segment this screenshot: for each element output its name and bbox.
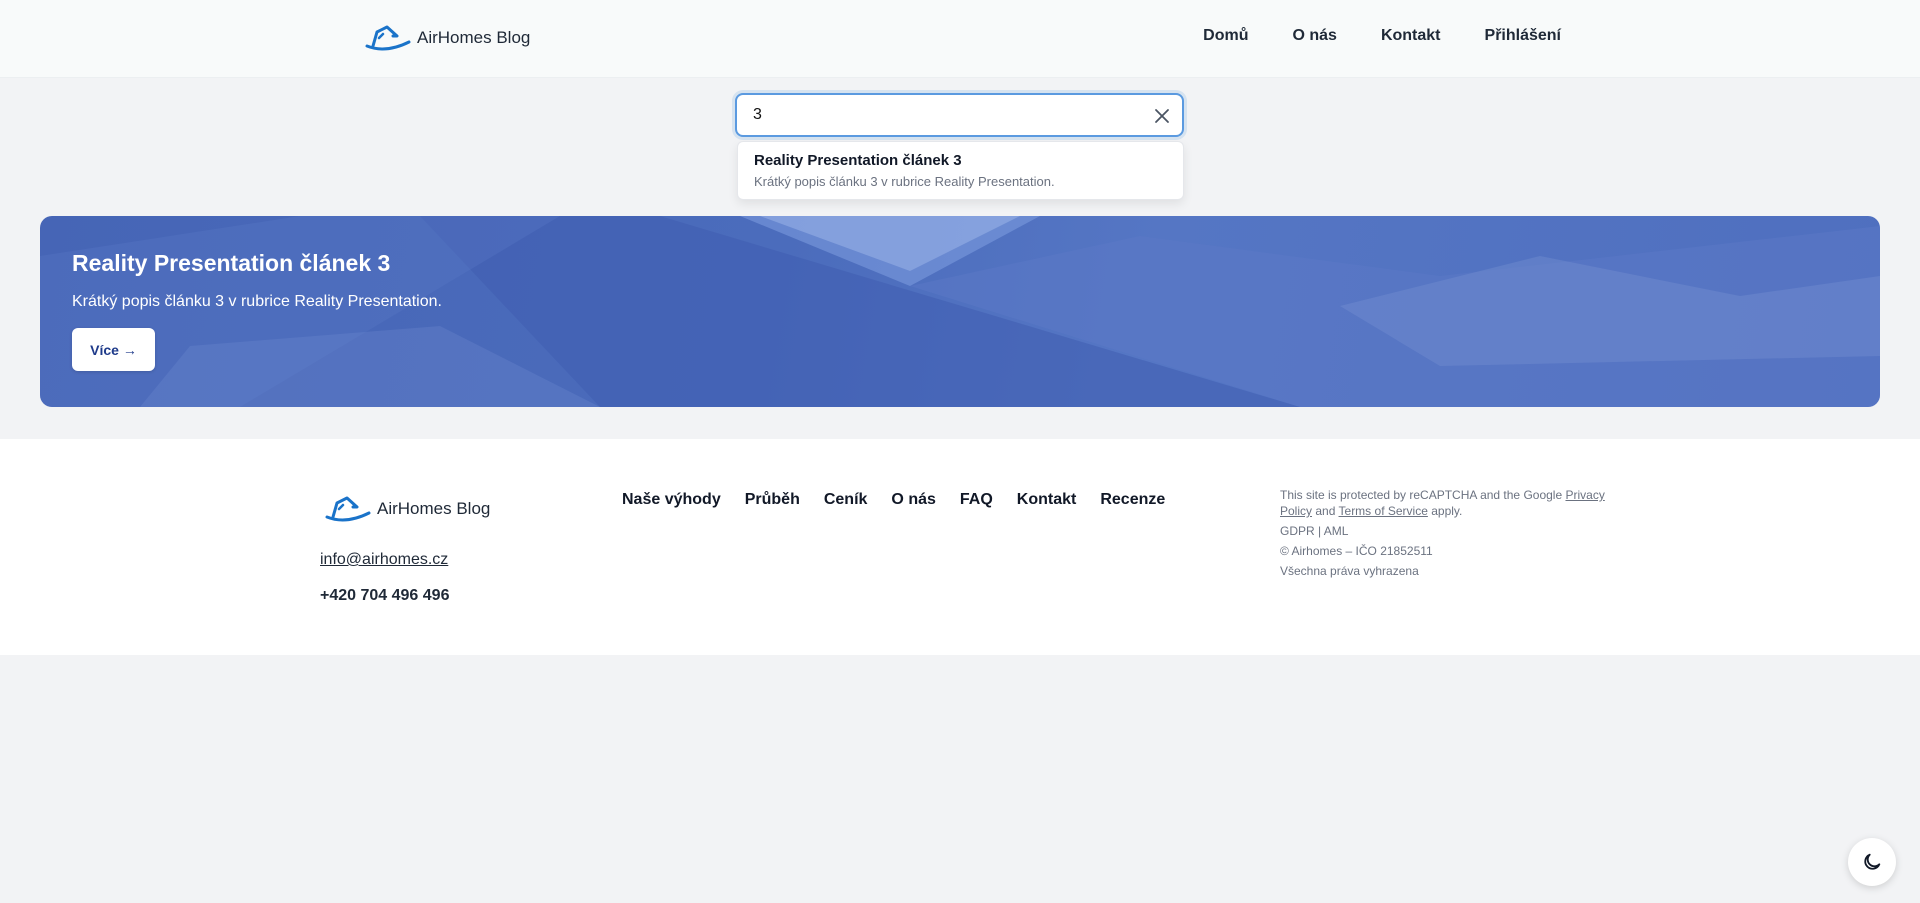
- footer-brand-link[interactable]: AirHomes Blog: [325, 495, 490, 523]
- hero-banner: Reality Presentation článek 3 Krátký pop…: [40, 216, 1880, 407]
- main-nav: Domů O nás Kontakt Přihlášení: [1203, 27, 1561, 45]
- footer-legal: This site is protected by reCAPTCHA and …: [1280, 487, 1610, 579]
- footer-brand-name: AirHomes Blog: [377, 499, 491, 518]
- recaptcha-text: This site is protected by reCAPTCHA and …: [1280, 488, 1563, 502]
- footer-phone: +420 704 496 496: [320, 587, 450, 604]
- search-result-item[interactable]: Reality Presentation článek 3 Krátký pop…: [737, 141, 1184, 200]
- hero-title: Reality Presentation článek 3: [72, 250, 391, 276]
- house-logo-icon: [365, 25, 411, 51]
- footer-nav-faq[interactable]: FAQ: [960, 491, 993, 509]
- search-clear-button[interactable]: [1150, 104, 1174, 128]
- search-box: [735, 93, 1184, 137]
- nav-item-domu[interactable]: Domů: [1203, 27, 1248, 45]
- search-input[interactable]: [737, 95, 1182, 135]
- close-icon: [1155, 109, 1169, 123]
- more-button[interactable]: Více →: [72, 328, 155, 371]
- header-brand-name: AirHomes Blog: [417, 28, 531, 47]
- site-footer: AirHomes Blog info@airhomes.cz +420 704 …: [0, 439, 1920, 655]
- gdpr-aml-links[interactable]: GDPR | AML: [1280, 523, 1610, 539]
- search-result-title: Reality Presentation článek 3: [754, 152, 962, 169]
- moon-icon: [1864, 853, 1881, 870]
- footer-email-link[interactable]: info@airhomes.cz: [320, 551, 448, 569]
- recaptcha-and: and: [1315, 504, 1336, 518]
- recaptcha-notice: This site is protected by reCAPTCHA and …: [1280, 487, 1610, 519]
- theme-toggle-button[interactable]: [1848, 838, 1896, 886]
- header-brand-link[interactable]: AirHomes Blog: [365, 22, 530, 54]
- footer-nav: Naše výhody Průběh Ceník O nás FAQ Konta…: [622, 491, 1165, 509]
- rights-reserved: Všechna práva vyhrazena: [1280, 564, 1419, 578]
- copyright: © Airhomes – IČO 21852511: [1280, 544, 1433, 558]
- site-header: AirHomes Blog Domů O nás Kontakt Přihláš…: [0, 0, 1920, 78]
- footer-nav-recenze[interactable]: Recenze: [1100, 491, 1165, 509]
- recaptcha-apply: apply.: [1431, 504, 1463, 518]
- hero-description: Krátký popis článku 3 v rubrice Reality …: [72, 293, 442, 310]
- nav-item-o-nas[interactable]: O nás: [1292, 27, 1336, 45]
- house-logo-icon: [325, 496, 371, 522]
- footer-nav-kontakt[interactable]: Kontakt: [1017, 491, 1077, 509]
- search-result-description: Krátký popis článku 3 v rubrice Reality …: [754, 174, 1055, 189]
- nav-item-kontakt[interactable]: Kontakt: [1381, 27, 1441, 45]
- terms-of-service-link[interactable]: Terms of Service: [1339, 504, 1428, 518]
- footer-nav-o-nas[interactable]: O nás: [891, 491, 935, 509]
- footer-nav-nase-vyhody[interactable]: Naše výhody: [622, 491, 721, 509]
- nav-item-prihlaseni[interactable]: Přihlášení: [1485, 27, 1561, 45]
- hero-content: Reality Presentation článek 3 Krátký pop…: [72, 250, 442, 371]
- footer-nav-cenik[interactable]: Ceník: [824, 491, 868, 509]
- footer-nav-prubeh[interactable]: Průběh: [745, 491, 800, 509]
